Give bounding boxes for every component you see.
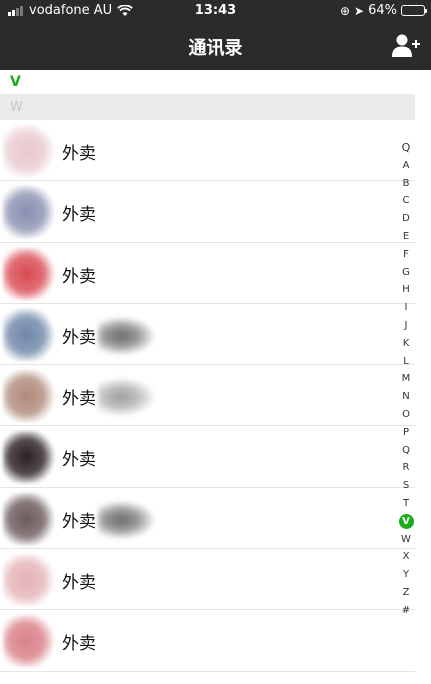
index-letter-label: H <box>402 284 410 296</box>
index-letter[interactable]: R <box>397 459 415 477</box>
index-letter-label: N <box>402 391 410 403</box>
contact-name: 外卖 <box>62 450 96 471</box>
section-header-next: W <box>0 94 415 120</box>
index-letter-label: O <box>402 408 410 420</box>
index-letter[interactable]: A <box>397 157 415 175</box>
index-letter[interactable]: O <box>397 406 415 424</box>
index-letter[interactable]: T <box>397 495 415 513</box>
index-letter[interactable]: W <box>397 531 415 549</box>
index-letter-label: M <box>401 373 411 385</box>
redaction-scribble <box>98 499 156 540</box>
index-letter[interactable]: J <box>397 317 415 335</box>
index-letter[interactable]: B <box>397 175 415 193</box>
contact-name: 外卖 <box>62 205 96 226</box>
contact-avatar <box>3 186 55 239</box>
index-letter[interactable]: Z <box>397 584 415 602</box>
contact-row[interactable]: 外卖 <box>0 242 415 304</box>
index-letter-label: I <box>404 302 408 314</box>
orientation-lock-icon: ⊕ <box>339 3 351 18</box>
nav-bar: 通讯录 <box>0 22 431 70</box>
index-letter-label: Y <box>402 569 410 581</box>
index-letter-label: Z <box>402 586 410 598</box>
index-letter-label: K <box>402 337 410 349</box>
contact-avatar <box>3 247 55 300</box>
index-letter-label: J <box>404 319 408 331</box>
index-letter[interactable]: Q <box>397 442 415 460</box>
contact-avatar <box>3 554 55 607</box>
index-letter-label: A <box>402 159 410 171</box>
index-letter[interactable]: S <box>397 477 415 495</box>
contact-avatar <box>3 370 55 423</box>
index-letter[interactable]: L <box>397 353 415 371</box>
index-letter[interactable]: Y <box>397 566 415 584</box>
contact-name: 外卖 <box>62 144 96 164</box>
index-letter-label: V <box>398 513 414 529</box>
contact-name: 外卖 <box>62 634 96 655</box>
index-letter[interactable]: F <box>397 246 415 264</box>
contact-name: 外卖 <box>62 511 96 532</box>
index-letter[interactable]: G <box>397 264 415 282</box>
contact-row[interactable]: 外卖 <box>0 365 415 427</box>
index-letter[interactable]: D <box>397 210 415 228</box>
status-right: ⊕ ➤ 64% <box>336 3 427 18</box>
index-letter[interactable]: V <box>397 513 415 531</box>
index-letter-label: D <box>402 213 410 225</box>
contact-name: 外卖 <box>62 266 96 287</box>
index-letter[interactable]: # <box>397 602 415 620</box>
index-letter[interactable]: I <box>397 299 415 317</box>
index-letter-label: S <box>402 480 410 492</box>
contact-row[interactable]: 外卖 <box>0 120 415 182</box>
contact-avatar <box>3 615 55 668</box>
index-letter[interactable]: C <box>397 192 415 210</box>
index-letter[interactable]: K <box>397 335 415 353</box>
contact-row[interactable]: 外卖 <box>0 303 415 366</box>
contact-list: 外卖 外卖 外卖 外卖 外卖 外卖 外卖 外卖 外卖 <box>0 120 415 672</box>
contact-name: 外卖 <box>62 573 96 594</box>
index-letter-label: B <box>402 177 410 189</box>
index-letter-label: T <box>402 497 410 509</box>
contact-name: 外卖 <box>62 389 96 410</box>
index-letter-label: F <box>403 248 409 260</box>
contact-row[interactable]: 外卖 <box>0 549 415 611</box>
section-header-current: V <box>0 70 415 94</box>
location-icon: ➤ <box>354 3 365 18</box>
index-letter[interactable]: N <box>397 388 415 406</box>
index-letter-label: R <box>402 462 410 474</box>
contact-avatar <box>3 308 55 361</box>
index-letter-label: L <box>403 355 409 367</box>
battery-icon <box>401 5 427 16</box>
status-bar: vodafone AU 13:43 ⊕ ➤ 64% <box>0 0 431 22</box>
alphabet-index[interactable]: Q A B C D E F G H I J K L M N O P Q R S T V W X Y Z # <box>397 139 415 619</box>
index-letter-label: X <box>402 551 410 563</box>
contact-row[interactable]: 外卖 <box>0 487 415 550</box>
contact-row[interactable]: 外卖 <box>0 181 415 243</box>
contact-avatar <box>3 492 55 545</box>
index-letter-label: # <box>401 604 411 616</box>
index-letter-label: Q <box>401 141 411 154</box>
add-friend-icon[interactable] <box>391 33 421 59</box>
index-letter-label: P <box>402 426 410 438</box>
contact-row[interactable]: 外卖 <box>0 426 415 488</box>
contact-avatar <box>3 431 55 484</box>
contact-avatar <box>3 125 55 177</box>
index-letter[interactable]: E <box>397 228 415 246</box>
index-letter-label: G <box>402 266 410 278</box>
index-letter-label: C <box>402 195 410 207</box>
contact-row[interactable]: 外卖 <box>0 610 415 672</box>
index-letter[interactable]: H <box>397 281 415 299</box>
index-letter-label: Q <box>402 444 410 456</box>
contact-name: 外卖 <box>62 327 96 348</box>
index-letter[interactable]: M <box>397 370 415 388</box>
index-letter-label: E <box>402 230 410 242</box>
redaction-scribble <box>98 315 156 356</box>
index-letter[interactable]: Q <box>397 139 415 157</box>
page-title: 通讯录 <box>188 38 243 59</box>
redaction-scribble <box>98 377 156 418</box>
battery-percent: 64% <box>368 3 397 18</box>
index-letter[interactable]: X <box>397 548 415 566</box>
index-letter[interactable]: P <box>397 424 415 442</box>
index-letter-label: W <box>401 533 411 545</box>
